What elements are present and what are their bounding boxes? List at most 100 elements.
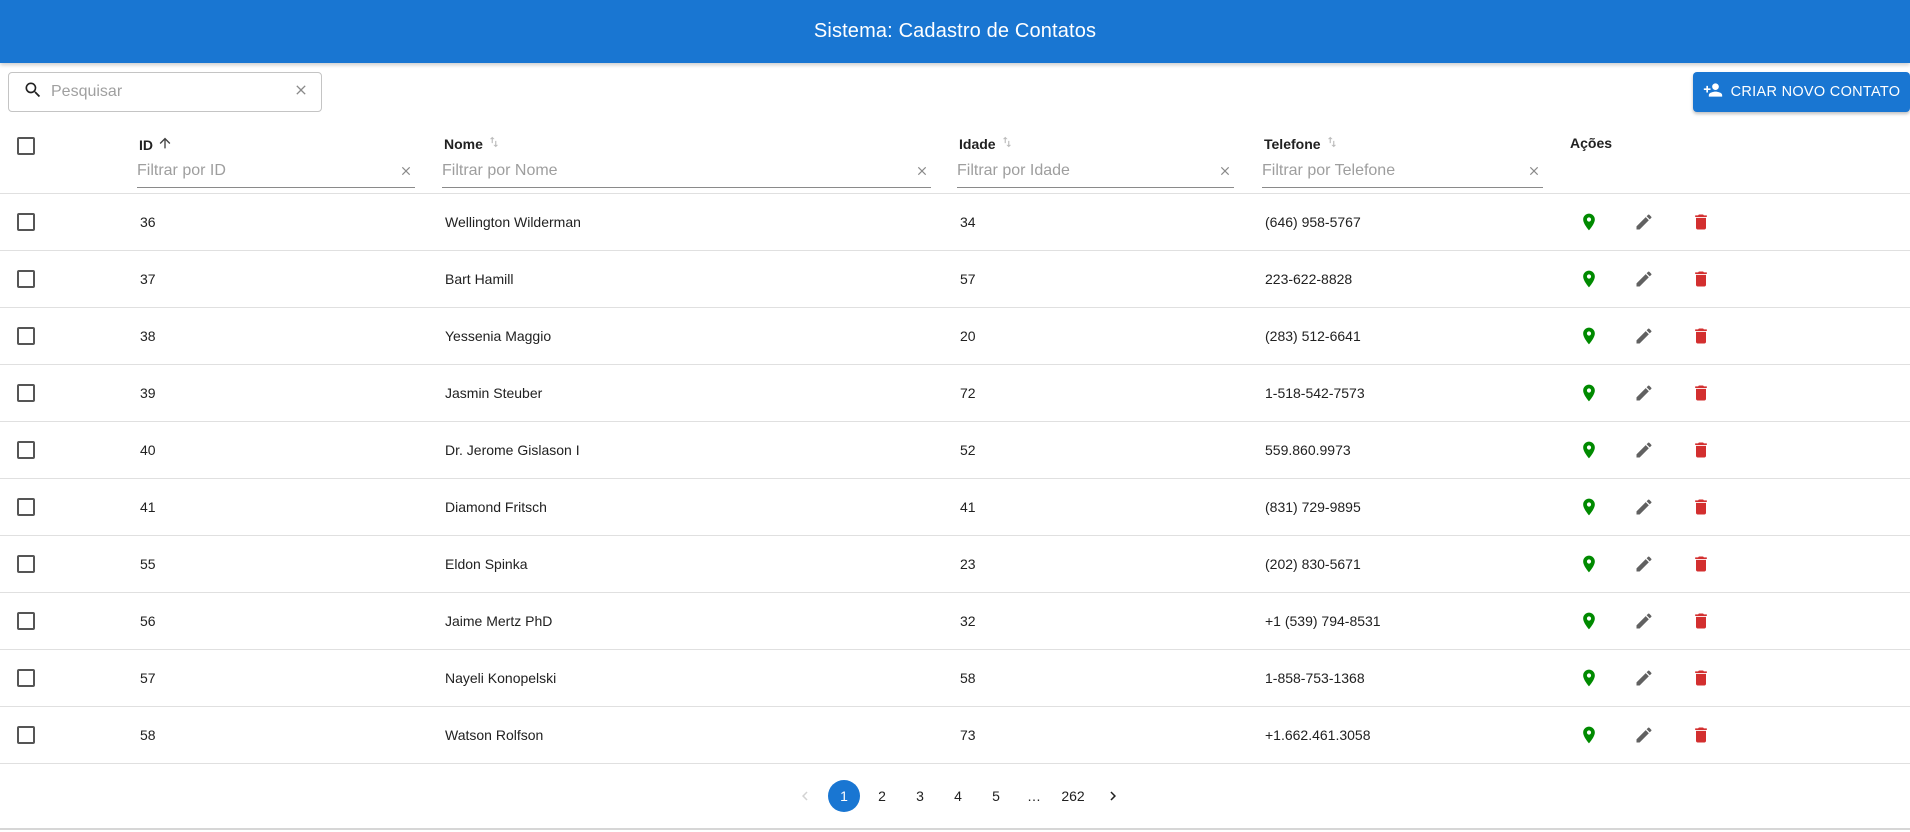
- cell-idade: 20: [960, 328, 976, 344]
- footer-divider: [0, 828, 1910, 830]
- row-checkbox[interactable]: [17, 498, 35, 516]
- table-row[interactable]: 38 Yessenia Maggio 20 (283) 512-6641: [0, 308, 1910, 365]
- table-row[interactable]: 41 Diamond Fritsch 41 (831) 729-9895: [0, 479, 1910, 536]
- edit-pencil-icon[interactable]: [1632, 495, 1656, 519]
- delete-trash-icon[interactable]: [1689, 552, 1713, 576]
- filter-telefone-input[interactable]: [1262, 161, 1527, 180]
- sort-icon[interactable]: [487, 135, 501, 152]
- delete-trash-icon[interactable]: [1689, 723, 1713, 747]
- cell-nome: Bart Hamill: [445, 271, 514, 287]
- location-pin-icon[interactable]: [1577, 438, 1601, 462]
- location-pin-icon[interactable]: [1577, 495, 1601, 519]
- page-button-5[interactable]: 5: [980, 780, 1012, 812]
- row-checkbox[interactable]: [17, 669, 35, 687]
- table-row[interactable]: 39 Jasmin Steuber 72 1-518-542-7573: [0, 365, 1910, 422]
- cell-telefone: (831) 729-9895: [1265, 499, 1361, 515]
- page-button-1[interactable]: 1: [828, 780, 860, 812]
- create-contact-label: CRIAR NOVO CONTATO: [1730, 84, 1901, 100]
- cell-telefone: (202) 830-5671: [1265, 556, 1361, 572]
- clear-filter-id-icon[interactable]: [399, 164, 413, 178]
- filter-nome[interactable]: [442, 154, 931, 188]
- delete-trash-icon[interactable]: [1689, 495, 1713, 519]
- cell-nome: Diamond Fritsch: [445, 499, 547, 515]
- delete-trash-icon[interactable]: [1689, 324, 1713, 348]
- row-checkbox[interactable]: [17, 270, 35, 288]
- row-checkbox[interactable]: [17, 726, 35, 744]
- cell-idade: 41: [960, 499, 976, 515]
- location-pin-icon[interactable]: [1577, 381, 1601, 405]
- previous-page-button[interactable]: [789, 780, 821, 812]
- delete-trash-icon[interactable]: [1689, 609, 1713, 633]
- filter-nome-input[interactable]: [442, 161, 915, 180]
- location-pin-icon[interactable]: [1577, 210, 1601, 234]
- clear-filter-telefone-icon[interactable]: [1527, 164, 1541, 178]
- column-header-id[interactable]: ID: [139, 135, 173, 154]
- edit-pencil-icon[interactable]: [1632, 267, 1656, 291]
- filter-id[interactable]: [137, 154, 415, 188]
- page-button-2[interactable]: 2: [866, 780, 898, 812]
- page-button-4[interactable]: 4: [942, 780, 974, 812]
- delete-trash-icon[interactable]: [1689, 666, 1713, 690]
- table-row[interactable]: 57 Nayeli Konopelski 58 1-858-753-1368: [0, 650, 1910, 707]
- location-pin-icon[interactable]: [1577, 324, 1601, 348]
- column-header-telefone[interactable]: Telefone: [1264, 135, 1339, 152]
- delete-trash-icon[interactable]: [1689, 267, 1713, 291]
- sort-ascending-icon[interactable]: [157, 135, 173, 154]
- cell-nome: Yessenia Maggio: [445, 328, 552, 344]
- row-checkbox[interactable]: [17, 327, 35, 345]
- select-all-checkbox[interactable]: [17, 137, 35, 155]
- clear-search-icon[interactable]: [293, 82, 309, 103]
- create-contact-button[interactable]: CRIAR NOVO CONTATO: [1693, 72, 1910, 112]
- clear-filter-nome-icon[interactable]: [915, 164, 929, 178]
- table-row[interactable]: 36 Wellington Wilderman 34 (646) 958-576…: [0, 194, 1910, 251]
- cell-id: 58: [140, 727, 156, 743]
- location-pin-icon[interactable]: [1577, 666, 1601, 690]
- cell-idade: 34: [960, 214, 976, 230]
- clear-filter-idade-icon[interactable]: [1218, 164, 1232, 178]
- page-button-3[interactable]: 3: [904, 780, 936, 812]
- delete-trash-icon[interactable]: [1689, 210, 1713, 234]
- sort-icon[interactable]: [1000, 135, 1014, 152]
- location-pin-icon[interactable]: [1577, 609, 1601, 633]
- chevron-left-icon: [802, 791, 808, 801]
- table-row[interactable]: 37 Bart Hamill 57 223-622-8828: [0, 251, 1910, 308]
- cell-idade: 72: [960, 385, 976, 401]
- filter-telefone[interactable]: [1262, 154, 1543, 188]
- table-row[interactable]: 58 Watson Rolfson 73 +1.662.461.3058: [0, 707, 1910, 764]
- edit-pencil-icon[interactable]: [1632, 438, 1656, 462]
- table-row[interactable]: 56 Jaime Mertz PhD 32 +1 (539) 794-8531: [0, 593, 1910, 650]
- edit-pencil-icon[interactable]: [1632, 666, 1656, 690]
- edit-pencil-icon[interactable]: [1632, 723, 1656, 747]
- column-header-nome[interactable]: Nome: [444, 135, 501, 152]
- cell-id: 38: [140, 328, 156, 344]
- delete-trash-icon[interactable]: [1689, 381, 1713, 405]
- page-button-262[interactable]: 262: [1056, 780, 1090, 812]
- location-pin-icon[interactable]: [1577, 723, 1601, 747]
- edit-pencil-icon[interactable]: [1632, 324, 1656, 348]
- table-row[interactable]: 55 Eldon Spinka 23 (202) 830-5671: [0, 536, 1910, 593]
- row-checkbox[interactable]: [17, 612, 35, 630]
- next-page-button[interactable]: [1097, 780, 1129, 812]
- search-box[interactable]: [8, 72, 322, 112]
- edit-pencil-icon[interactable]: [1632, 552, 1656, 576]
- filter-idade[interactable]: [957, 154, 1234, 188]
- sort-icon[interactable]: [1325, 135, 1339, 152]
- row-checkbox[interactable]: [17, 384, 35, 402]
- table-row[interactable]: 40 Dr. Jerome Gislason I 52 559.860.9973: [0, 422, 1910, 479]
- column-label-id: ID: [139, 136, 153, 153]
- cell-idade: 52: [960, 442, 976, 458]
- row-checkbox[interactable]: [17, 555, 35, 573]
- edit-pencil-icon[interactable]: [1632, 210, 1656, 234]
- location-pin-icon[interactable]: [1577, 552, 1601, 576]
- edit-pencil-icon[interactable]: [1632, 609, 1656, 633]
- search-input[interactable]: [51, 83, 293, 101]
- location-pin-icon[interactable]: [1577, 267, 1601, 291]
- filter-idade-input[interactable]: [957, 161, 1218, 180]
- row-checkbox[interactable]: [17, 441, 35, 459]
- column-label-idade: Idade: [959, 135, 996, 152]
- edit-pencil-icon[interactable]: [1632, 381, 1656, 405]
- row-checkbox[interactable]: [17, 213, 35, 231]
- column-header-idade[interactable]: Idade: [959, 135, 1014, 152]
- delete-trash-icon[interactable]: [1689, 438, 1713, 462]
- filter-id-input[interactable]: [137, 161, 399, 180]
